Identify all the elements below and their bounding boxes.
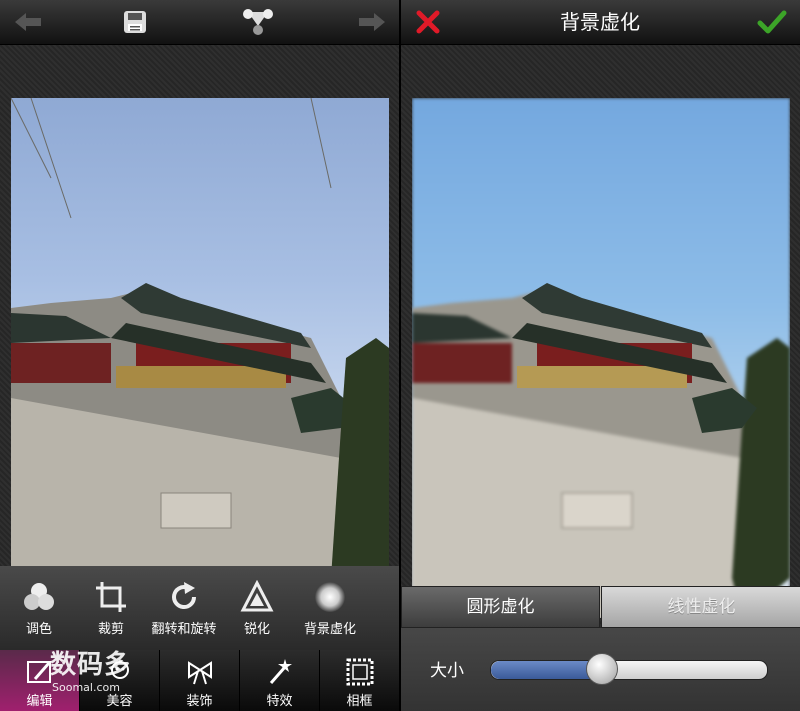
tab-effects[interactable]: 特效 xyxy=(240,650,320,711)
decoration-icon xyxy=(187,661,212,685)
tool-label: 裁剪 xyxy=(97,622,124,637)
watermark-text: 数码多 xyxy=(50,650,132,680)
tool-crop[interactable]: 裁剪 xyxy=(72,566,150,650)
edit-tools-bar: 调色 裁剪 翻转和旋转 锐化 背景虚化 xyxy=(0,566,399,650)
undo-button[interactable] xyxy=(8,0,48,44)
frame-icon xyxy=(346,658,373,686)
share-icon xyxy=(243,9,273,35)
tool-label: 翻转和旋转 xyxy=(151,622,217,637)
original-photo xyxy=(11,98,389,618)
confirm-button[interactable] xyxy=(752,0,792,44)
tool-label: 调色 xyxy=(25,622,52,637)
tab-label: 特效 xyxy=(266,694,293,709)
tab-frame[interactable]: 相框 xyxy=(320,650,399,711)
save-button[interactable] xyxy=(115,0,155,44)
size-slider[interactable] xyxy=(490,653,768,685)
blur-background-icon xyxy=(315,582,345,612)
tool-blur-background[interactable]: 背景虚化 xyxy=(290,566,370,650)
cancel-button[interactable] xyxy=(408,0,448,44)
tab-label: 装饰 xyxy=(186,694,213,709)
save-icon xyxy=(124,11,146,33)
redo-button[interactable] xyxy=(352,0,392,44)
watermark: 数码多 Soomal.com xyxy=(50,644,131,694)
watermark-site: Soomal.com xyxy=(52,681,120,694)
blurred-photo xyxy=(412,98,790,618)
tab-label: 相框 xyxy=(346,694,373,709)
tool-label: 背景虚化 xyxy=(303,622,356,637)
tab-label: 美容 xyxy=(106,694,133,709)
page-title: 背景虚化 xyxy=(560,10,640,34)
size-slider-fill xyxy=(491,661,602,679)
tab-decoration[interactable]: 装饰 xyxy=(160,650,240,711)
redo-icon xyxy=(359,13,385,31)
rotate-icon xyxy=(172,582,197,610)
sharpen-icon xyxy=(240,580,274,612)
crop-icon xyxy=(96,582,126,612)
app-screen: 背景虚化 调色 裁剪 翻转和旋转 锐化 背景虚化 编辑 美容 装饰 特效 相框 … xyxy=(0,0,800,711)
confirm-icon xyxy=(757,10,787,34)
effects-icon xyxy=(269,659,292,684)
cancel-icon xyxy=(416,10,440,34)
tool-label: 锐化 xyxy=(243,622,270,637)
tab-label: 编辑 xyxy=(26,694,53,709)
undo-icon xyxy=(15,13,41,31)
tool-rotate[interactable]: 翻转和旋转 xyxy=(144,566,224,650)
circular-blur-button[interactable]: 圆形虚化 xyxy=(401,586,600,628)
size-label: 大小 xyxy=(430,661,464,681)
color-adjust-icon xyxy=(24,583,54,610)
tool-color-adjust[interactable]: 调色 xyxy=(0,566,78,650)
linear-blur-button[interactable]: 线性虚化 xyxy=(601,586,800,628)
share-button[interactable] xyxy=(238,0,278,44)
tool-sharpen[interactable]: 锐化 xyxy=(218,566,296,650)
